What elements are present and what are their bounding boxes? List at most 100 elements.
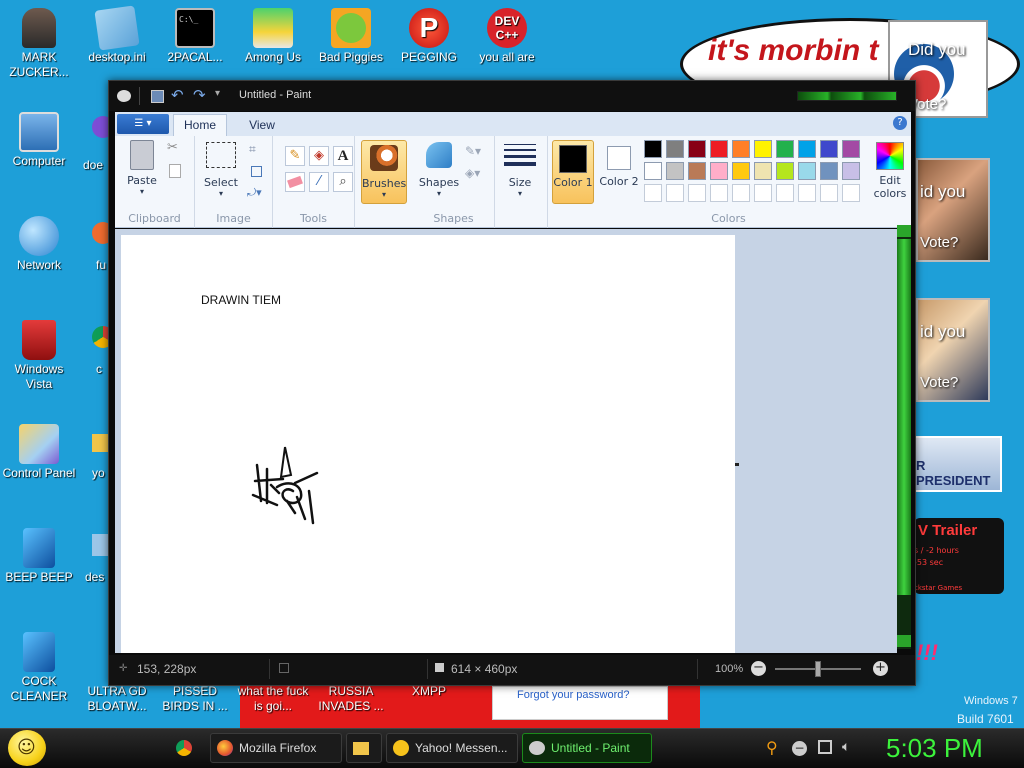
desktop-icon-partial-3[interactable]: c (78, 326, 108, 377)
desktop-icon-xmpp[interactable]: XMPP (390, 684, 468, 699)
desktop-icon-what-the[interactable]: what the fuck is goi... (234, 684, 312, 714)
scroll-thumb[interactable] (897, 239, 911, 595)
zoom-in-icon[interactable]: + (873, 661, 888, 676)
desktop-icon-partial-1[interactable]: doe (78, 112, 108, 173)
text-icon[interactable]: A (333, 146, 353, 166)
start-button[interactable]: ☺ (8, 730, 46, 766)
paste-button[interactable]: Paste ▾ (121, 140, 163, 204)
zoom-out-icon[interactable]: − (751, 661, 766, 676)
desktop-icon-2pacal[interactable]: C:\_ 2PACAL... (156, 8, 234, 65)
palette-swatch[interactable] (644, 162, 662, 180)
palette-swatch[interactable] (688, 184, 706, 202)
eraser-icon[interactable] (285, 172, 305, 192)
resize-icon[interactable] (251, 166, 262, 177)
drawing-canvas[interactable]: DRAWIN TIEM (121, 235, 739, 653)
canvas-resize-handle[interactable] (735, 463, 739, 466)
paint-window[interactable]: ↶ ↷ ▾ Untitled - Paint ☰ ▾ Home View ? P… (108, 80, 916, 686)
palette-swatch[interactable] (688, 162, 706, 180)
search-icon[interactable]: ⚲ (766, 738, 778, 757)
desktop-icon-among-us[interactable]: Among Us (234, 8, 312, 65)
forgot-password-link[interactable]: Forgot your password? (517, 689, 630, 701)
palette-swatch[interactable] (644, 184, 662, 202)
taskbar-item-chrome[interactable] (170, 733, 204, 763)
desktop-icon-network[interactable]: Network (0, 216, 78, 273)
desktop-icon-pegging[interactable]: P PEGGING (390, 8, 468, 65)
desktop-icon-bad-piggies[interactable]: Bad Piggies (312, 8, 390, 65)
desktop-icon-partial-4[interactable]: yo (78, 430, 108, 481)
scroll-up-icon[interactable] (897, 225, 911, 237)
desktop-icon-cock-cleaner[interactable]: COCK CLEANER (0, 632, 78, 704)
palette-swatch[interactable] (842, 140, 860, 158)
title-bar[interactable]: ↶ ↷ ▾ Untitled - Paint (109, 81, 915, 111)
crop-icon[interactable]: ⌗ (249, 142, 256, 157)
magnifier-icon[interactable]: ⌕ (333, 172, 353, 192)
paint-app-icon[interactable] (117, 90, 131, 102)
cut-icon[interactable]: ✂ (167, 140, 178, 155)
palette-swatch[interactable] (842, 162, 860, 180)
palette-swatch[interactable] (710, 162, 728, 180)
desktop-icon-ultra-gd[interactable]: ULTRA GD BLOATW... (78, 684, 156, 714)
palette-swatch[interactable] (820, 184, 838, 202)
desktop-icon-pissed-birds[interactable]: PISSED BIRDS IN ... (156, 684, 234, 714)
desktop-icon-partial-2[interactable]: fu (78, 222, 108, 273)
desktop-icon-beep-beep[interactable]: BEEP BEEP (0, 528, 78, 585)
edit-colors-button[interactable]: Edit colors (868, 140, 912, 204)
vertical-scrollbar[interactable] (897, 225, 911, 649)
file-menu-button[interactable]: ☰ ▾ (117, 114, 169, 134)
palette-swatch[interactable] (710, 140, 728, 158)
scroll-down-icon[interactable] (897, 635, 911, 647)
clock[interactable]: 5:03 PM (886, 733, 983, 764)
undo-icon[interactable]: ↶ (171, 86, 184, 104)
taskbar-item-yahoo[interactable]: Yahoo! Messen... (386, 733, 518, 763)
desktop-icon-control-panel[interactable]: Control Panel (0, 424, 78, 481)
help-icon[interactable]: ? (893, 116, 907, 130)
save-icon[interactable] (151, 90, 164, 103)
palette-swatch[interactable] (688, 140, 706, 158)
customize-toolbar-icon[interactable]: ▾ (215, 88, 220, 99)
fill-icon[interactable]: ◈ (309, 146, 329, 166)
rotate-icon[interactable]: ⤾▾ (247, 186, 262, 200)
zoom-slider-thumb[interactable] (815, 661, 821, 677)
palette-swatch[interactable] (776, 184, 794, 202)
palette-swatch[interactable] (666, 162, 684, 180)
taskbar-item-firefox[interactable]: Mozilla Firefox (210, 733, 342, 763)
copy-icon[interactable] (169, 164, 181, 178)
desktop-icon-computer[interactable]: Computer (0, 112, 78, 169)
desktop-icon-partial-5[interactable]: des (78, 534, 108, 585)
size-button[interactable]: Size ▾ (499, 140, 541, 204)
outline-icon[interactable]: ✎▾ (465, 144, 481, 158)
volume-icon[interactable]: 🔈︎ (842, 739, 850, 755)
palette-swatch[interactable] (644, 140, 662, 158)
pencil-icon[interactable]: ✎ (285, 146, 305, 166)
palette-swatch[interactable] (842, 184, 860, 202)
network-tray-icon[interactable] (818, 740, 832, 754)
desktop-icon-desktop-ini[interactable]: desktop.ini (78, 5, 156, 65)
palette-swatch[interactable] (666, 140, 684, 158)
desktop-icon-mark-zucker[interactable]: MARK ZUCKER... (0, 8, 78, 80)
taskbar-item-paint[interactable]: Untitled - Paint (522, 733, 652, 763)
color2-button[interactable]: Color 2 (598, 140, 640, 204)
palette-swatch[interactable] (820, 140, 838, 158)
palette-swatch[interactable] (820, 162, 838, 180)
palette-swatch[interactable] (798, 184, 816, 202)
redo-icon[interactable]: ↷ (193, 86, 206, 104)
desktop-icon-windows-vista[interactable]: Windows Vista (0, 320, 78, 392)
palette-swatch[interactable] (732, 140, 750, 158)
palette-swatch[interactable] (798, 140, 816, 158)
color-picker-icon[interactable]: ⁄ (309, 172, 329, 192)
palette-swatch[interactable] (710, 184, 728, 202)
desktop-icon-russia[interactable]: RUSSIA INVADES ... (312, 684, 390, 714)
tab-view[interactable]: View (241, 116, 283, 134)
brushes-button[interactable]: Brushes ▾ (361, 140, 407, 204)
color1-button[interactable]: Color 1 (552, 140, 594, 204)
palette-swatch[interactable] (776, 140, 794, 158)
taskbar-item-folder[interactable] (346, 733, 382, 763)
shape-fill-icon[interactable]: ◈▾ (465, 166, 480, 180)
tab-home[interactable]: Home (173, 114, 227, 136)
palette-swatch[interactable] (732, 162, 750, 180)
palette-swatch[interactable] (666, 184, 684, 202)
select-button[interactable]: Select ▾ (199, 142, 243, 204)
palette-swatch[interactable] (754, 184, 772, 202)
palette-swatch[interactable] (798, 162, 816, 180)
palette-swatch[interactable] (754, 162, 772, 180)
